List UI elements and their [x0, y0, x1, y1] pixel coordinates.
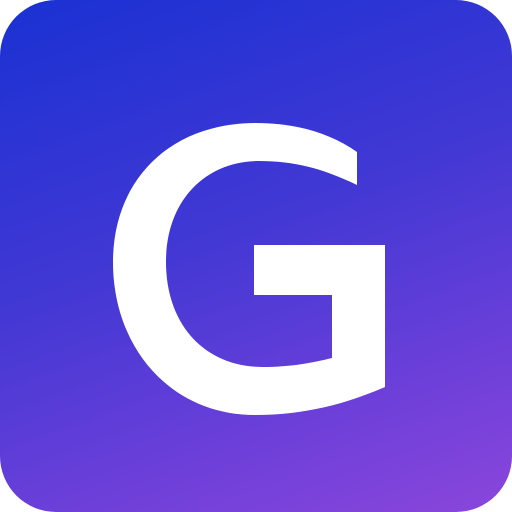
g-letter-glyph [113, 123, 385, 415]
app-icon-letter: G [0, 0, 512, 512]
app-icon: G [0, 0, 512, 512]
g-letter-shape [113, 123, 385, 415]
